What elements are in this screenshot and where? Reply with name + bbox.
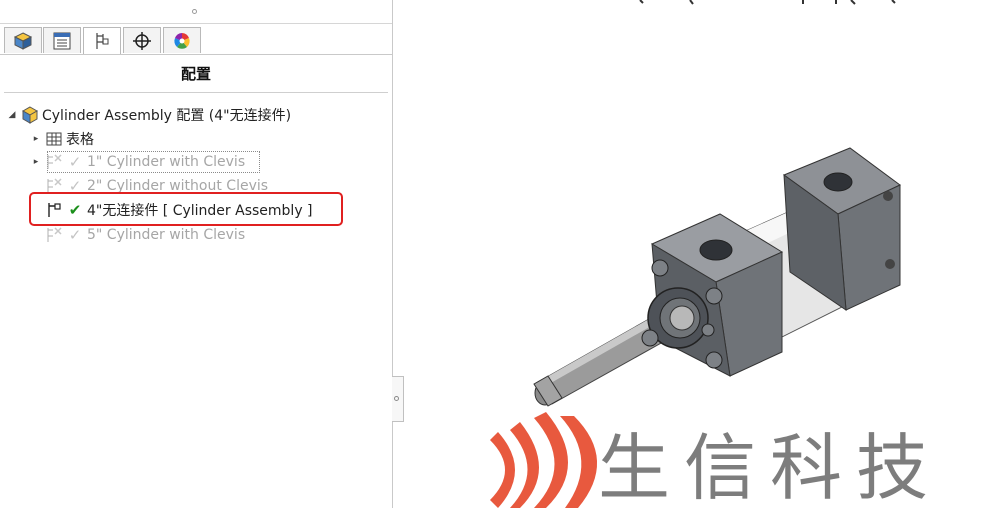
- annotation-highlight-box: [29, 192, 343, 226]
- config-label: 5" Cylinder with Clevis: [87, 227, 246, 243]
- expand-arrow-icon[interactable]: ▸: [28, 157, 44, 167]
- configuration-manager-panel: 配置 ◢ Cylinder Assembly 配置 (4"无连接件) ▸ 表格: [0, 0, 393, 508]
- panel-title: 配置: [180, 65, 211, 83]
- tab-appearance[interactable]: [163, 27, 201, 53]
- tree-node-tables-label: 表格: [66, 132, 94, 148]
- configuration-icon: [96, 33, 109, 49]
- property-list-icon: [53, 32, 71, 49]
- check-icon: ✓: [68, 226, 82, 244]
- feature-tree-icon: [13, 31, 33, 50]
- watermark-text: 生信科技: [598, 426, 943, 510]
- tab-dimxpert[interactable]: [123, 27, 161, 53]
- tab-configurationmanager[interactable]: [83, 27, 121, 54]
- check-icon: ✓: [68, 153, 82, 171]
- color-wheel-icon: [174, 32, 190, 49]
- tab-featuremanager[interactable]: [4, 27, 42, 53]
- assembly-icon: [20, 105, 40, 125]
- config-item[interactable]: ▸ ✓ 1" Cylinder with Clevis: [28, 151, 245, 173]
- graphics-viewport[interactable]: 生信科技: [393, 0, 1000, 510]
- config-item[interactable]: ✓ 5" Cylinder with Clevis: [28, 224, 245, 246]
- panel-top-strip: [0, 0, 392, 24]
- table-icon: [44, 129, 64, 149]
- expand-arrow-icon[interactable]: ▸: [28, 134, 44, 144]
- tree-root-label: Cylinder Assembly 配置 (4"无连接件): [42, 108, 292, 124]
- manager-tabs: [0, 25, 392, 55]
- config-label: 1" Cylinder with Clevis: [87, 154, 246, 170]
- collapse-arrow-icon[interactable]: ◢: [4, 110, 20, 120]
- tab-propertymanager[interactable]: [43, 27, 81, 53]
- tree-node-tables[interactable]: ▸ 表格: [28, 128, 94, 150]
- config-inactive-icon: [44, 225, 64, 245]
- watermark-logo-icon: [490, 412, 598, 508]
- divider: [4, 92, 388, 93]
- tree-root-node[interactable]: ◢ Cylinder Assembly 配置 (4"无连接件): [4, 104, 291, 126]
- config-inactive-icon: [44, 152, 64, 172]
- panel-grip-icon[interactable]: [192, 9, 197, 14]
- crosshair-icon: [133, 31, 151, 50]
